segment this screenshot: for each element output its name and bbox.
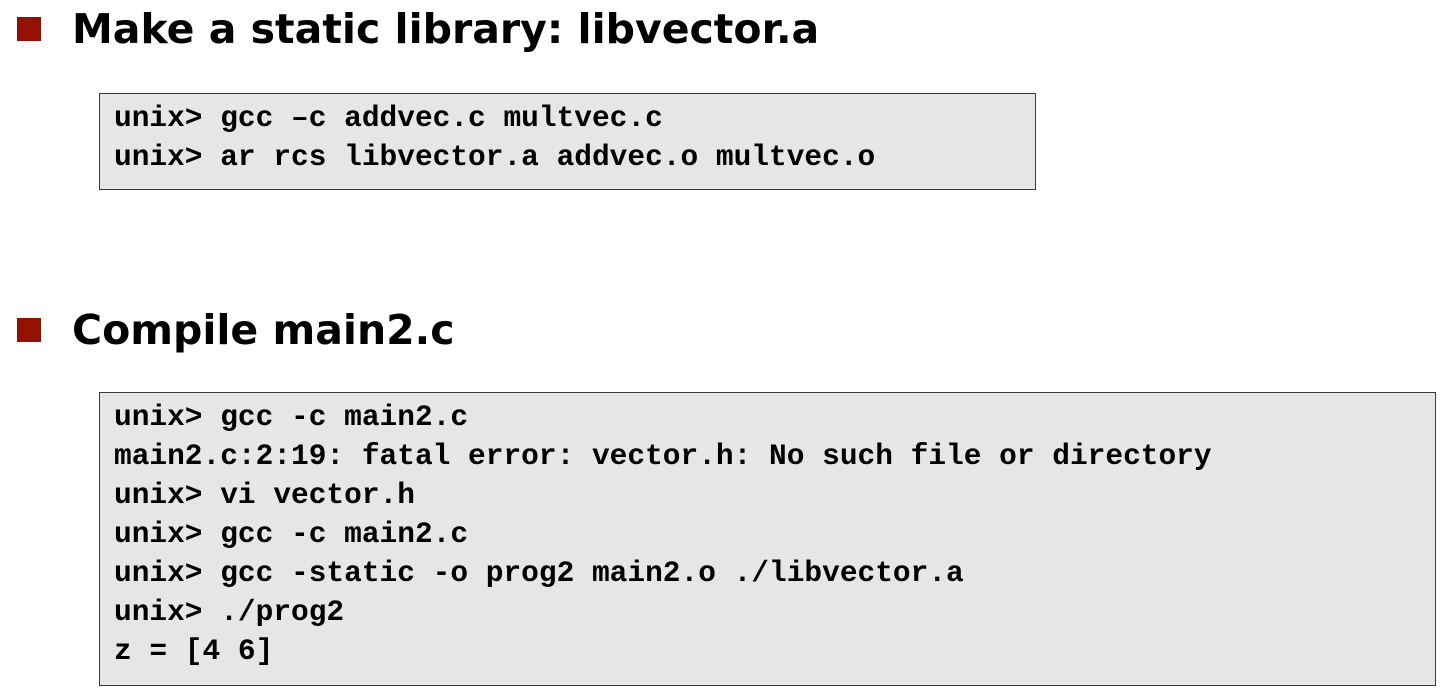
code-block-make-library: unix> gcc –c addvec.c multvec.c unix> ar… xyxy=(99,93,1036,190)
bullet-square-icon xyxy=(17,318,41,342)
code-line: unix> gcc –c addvec.c multvec.c xyxy=(114,101,663,135)
bullet-square-icon xyxy=(17,17,41,41)
code-line: unix> ./prog2 xyxy=(114,595,345,629)
section-heading-make-library: Make a static library: libvector.a xyxy=(72,5,820,53)
code-line: z = [4 6] xyxy=(114,634,274,668)
code-line: unix> gcc -static -o prog2 main2.o ./lib… xyxy=(114,556,964,590)
code-line: unix> gcc -c main2.c xyxy=(114,517,469,551)
code-line: unix> gcc -c main2.c xyxy=(114,400,469,434)
code-line: main2.c:2:19: fatal error: vector.h: No … xyxy=(114,439,1212,473)
code-block-compile-main2: unix> gcc -c main2.c main2.c:2:19: fatal… xyxy=(99,392,1436,686)
code-line: unix> vi vector.h xyxy=(114,478,415,512)
section-heading-compile-main2: Compile main2.c xyxy=(72,306,455,354)
code-line: unix> ar rcs libvector.a addvec.o multve… xyxy=(114,140,876,174)
